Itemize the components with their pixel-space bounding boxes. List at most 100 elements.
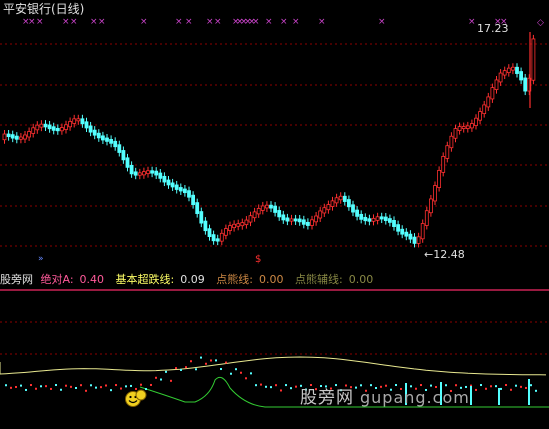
indicator-dot — [475, 388, 477, 391]
signal-marker: $ — [255, 254, 261, 265]
candle-body — [494, 79, 499, 91]
candle-body — [297, 218, 302, 223]
candle-body — [400, 228, 405, 235]
candle-body — [215, 238, 220, 242]
sell-marker: × — [185, 17, 193, 27]
indicator-dot — [265, 385, 267, 388]
indicator-dot — [335, 384, 337, 387]
candle-body — [482, 104, 487, 115]
candle-body — [461, 126, 466, 129]
candle-body — [170, 182, 175, 188]
low-price-label: ←12.48 — [424, 248, 465, 261]
candle-body — [166, 179, 171, 186]
watermark: 股旁网 gupang.com — [300, 388, 470, 408]
candle-body — [248, 215, 253, 223]
sell-marker: × — [62, 17, 70, 27]
candle-body — [223, 228, 228, 236]
indicator-dot — [40, 385, 42, 388]
indicator-dot — [275, 384, 277, 387]
watermark-cn: 股旁网 — [300, 388, 354, 408]
candle-body — [285, 217, 290, 222]
smiley-icon — [125, 389, 147, 407]
indicator-name[interactable]: 股旁网 — [0, 273, 33, 286]
indicator-dot — [20, 384, 22, 387]
indicator-dot — [95, 386, 97, 389]
indicator-dot — [100, 386, 102, 389]
candle-body — [433, 185, 437, 202]
sell-marker: × — [206, 17, 214, 27]
candle-body — [150, 170, 155, 174]
indicator-dot — [45, 385, 47, 388]
candle-body — [314, 215, 319, 223]
indicator-dot — [170, 379, 172, 382]
candle-body — [416, 236, 421, 244]
indicator-dot — [115, 384, 117, 387]
candle-body — [80, 118, 85, 125]
indicator-dot — [10, 386, 12, 389]
candle-body — [277, 210, 282, 218]
candle-body — [240, 222, 245, 227]
candle-body — [338, 195, 343, 201]
candle-body — [117, 144, 122, 153]
indicator-dot — [370, 384, 372, 387]
indicator-dot — [445, 384, 447, 387]
indicator-dot — [320, 385, 322, 388]
indicator-dot — [75, 386, 77, 389]
sell-marker: × — [280, 17, 288, 27]
indicator-dot — [50, 387, 52, 390]
indicator-bar — [498, 388, 500, 405]
indicator-dot — [240, 371, 242, 374]
candle-body — [363, 216, 368, 222]
watermark-url: gupang.com — [360, 388, 470, 407]
candle-body — [387, 218, 392, 223]
candle-body — [109, 138, 113, 144]
indicator-dot — [290, 387, 292, 390]
candle-body — [162, 175, 167, 183]
indicator-dot — [80, 384, 82, 387]
indicator-dot — [90, 384, 92, 387]
candle-body — [342, 195, 347, 202]
candle-body — [305, 221, 310, 226]
indicator-dot — [230, 372, 232, 375]
indicator-dot — [190, 360, 192, 363]
indicator-dot — [260, 383, 262, 386]
indicator-dot — [165, 370, 167, 373]
candle-body — [51, 126, 56, 131]
candle-body — [10, 134, 15, 139]
candle-body — [133, 171, 138, 176]
candle-body — [420, 223, 425, 240]
indicator-dot — [430, 384, 432, 387]
indicator-dot — [535, 389, 537, 392]
indicator-item: 点熊辅线: 0.00 — [295, 273, 377, 286]
candle-body — [125, 157, 130, 168]
candle-body — [506, 67, 511, 74]
indicator-dot — [85, 389, 87, 392]
chart-title: 平安银行(日线) — [3, 2, 85, 16]
indicator-item-value: 0.00 — [258, 273, 284, 286]
candle-body — [412, 236, 417, 244]
indicator-dot — [65, 384, 67, 387]
candle-body — [154, 170, 159, 176]
indicator-dot — [410, 385, 412, 388]
candle-body — [523, 77, 528, 92]
stock-chart-window: × × × × × × × × × × × × × × × × × × × × × × × × × × ◇» $ 平安银行(日线) 1… — [0, 0, 549, 425]
candle-body — [264, 204, 269, 209]
candle-body — [330, 200, 335, 207]
top-markers: ×× × × × × × × × × × × ×××××× × × × × × × ×× ◇» $ — [22, 17, 544, 265]
indicator-item: 绝对A: 0.40 — [41, 273, 112, 286]
sell-marker: × — [140, 17, 148, 27]
candle-body — [92, 129, 97, 136]
candle-body — [289, 218, 294, 222]
indicator-dot — [280, 389, 282, 392]
indicator-dot — [355, 386, 357, 389]
candle-body — [182, 188, 187, 194]
candle-body — [318, 210, 323, 219]
indicator-dot — [130, 384, 132, 387]
sell-marker: × — [378, 17, 386, 27]
indicator-dot — [520, 385, 522, 388]
candle-body — [379, 216, 384, 220]
indicator-dot — [525, 386, 527, 389]
candle-body — [158, 172, 163, 179]
candle-body — [326, 204, 331, 211]
indicator-dot — [150, 383, 152, 386]
